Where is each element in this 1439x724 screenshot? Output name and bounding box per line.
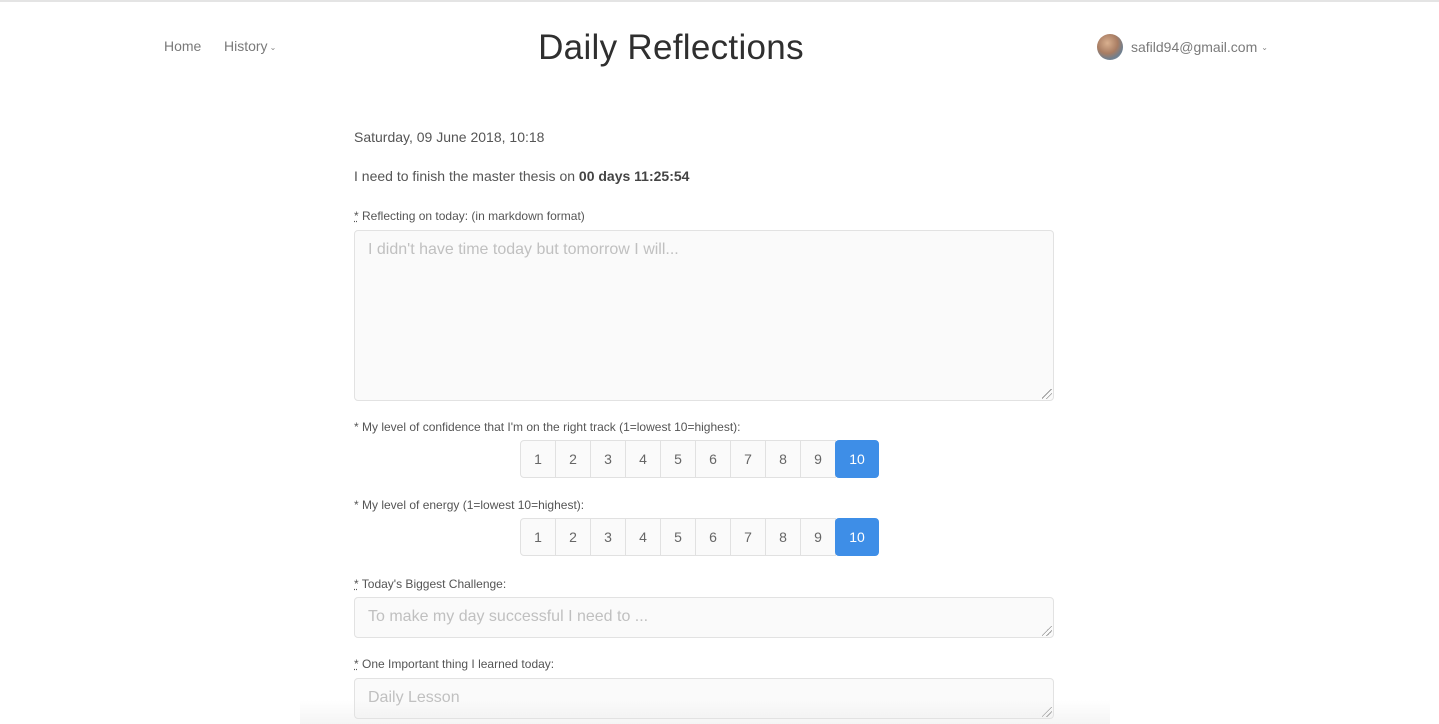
reflection-label: * Reflecting on today: (in markdown form… bbox=[354, 209, 585, 223]
nav-home-link[interactable]: Home bbox=[164, 38, 201, 54]
confidence-option-2[interactable]: 2 bbox=[555, 440, 591, 478]
countdown-value: 00 days 11:25:54 bbox=[578, 168, 690, 184]
countdown-prefix: I need to finish the master thesis on bbox=[354, 168, 579, 184]
confidence-rating-group: 1 2 3 4 5 6 7 8 9 10 bbox=[520, 440, 879, 478]
page-title: Daily Reflections bbox=[538, 28, 804, 67]
challenge-label-text: Today's Biggest Challenge: bbox=[358, 577, 507, 591]
energy-option-2[interactable]: 2 bbox=[555, 518, 591, 556]
energy-label: * My level of energy (1=lowest 10=highes… bbox=[354, 498, 585, 512]
current-date: Saturday, 09 June 2018, 10:18 bbox=[354, 129, 545, 145]
chevron-down-icon: ⌄ bbox=[269, 42, 277, 52]
energy-option-10[interactable]: 10 bbox=[835, 518, 879, 556]
confidence-label: * My level of confidence that I'm on the… bbox=[354, 420, 741, 434]
chevron-down-icon: ⌄ bbox=[1261, 42, 1268, 52]
confidence-option-4[interactable]: 4 bbox=[625, 440, 661, 478]
nav-history-dropdown[interactable]: History ⌄ bbox=[224, 38, 276, 54]
reflection-label-text: Reflecting on today: (in markdown format… bbox=[358, 209, 585, 223]
energy-option-8[interactable]: 8 bbox=[765, 518, 801, 556]
energy-rating-group: 1 2 3 4 5 6 7 8 9 10 bbox=[520, 518, 879, 556]
lesson-label-text: One Important thing I learned today: bbox=[358, 657, 555, 671]
confidence-option-10[interactable]: 10 bbox=[835, 440, 879, 478]
energy-option-5[interactable]: 5 bbox=[660, 518, 696, 556]
user-menu[interactable]: safild94@gmail.com ⌄ bbox=[1097, 33, 1268, 61]
challenge-label: * Today's Biggest Challenge: bbox=[354, 577, 506, 591]
confidence-option-6[interactable]: 6 bbox=[695, 440, 731, 478]
bottom-shadow bbox=[300, 700, 1110, 724]
reflection-resize-handle[interactable] bbox=[1042, 389, 1052, 399]
challenge-textarea[interactable] bbox=[354, 597, 1054, 638]
energy-option-6[interactable]: 6 bbox=[695, 518, 731, 556]
avatar bbox=[1097, 34, 1123, 60]
energy-option-9[interactable]: 9 bbox=[800, 518, 836, 556]
confidence-option-9[interactable]: 9 bbox=[800, 440, 836, 478]
confidence-option-8[interactable]: 8 bbox=[765, 440, 801, 478]
user-email: safild94@gmail.com bbox=[1131, 39, 1258, 55]
top-border bbox=[0, 0, 1439, 2]
nav-history-label: History bbox=[224, 38, 268, 54]
reflection-textarea[interactable] bbox=[354, 230, 1054, 401]
lesson-label: * One Important thing I learned today: bbox=[354, 657, 554, 671]
confidence-option-5[interactable]: 5 bbox=[660, 440, 696, 478]
energy-option-7[interactable]: 7 bbox=[730, 518, 766, 556]
confidence-option-7[interactable]: 7 bbox=[730, 440, 766, 478]
energy-option-3[interactable]: 3 bbox=[590, 518, 626, 556]
challenge-resize-handle[interactable] bbox=[1042, 626, 1052, 636]
deadline-countdown: I need to finish the master thesis on 00… bbox=[354, 168, 689, 184]
confidence-option-1[interactable]: 1 bbox=[520, 440, 556, 478]
energy-option-4[interactable]: 4 bbox=[625, 518, 661, 556]
energy-option-1[interactable]: 1 bbox=[520, 518, 556, 556]
confidence-option-3[interactable]: 3 bbox=[590, 440, 626, 478]
